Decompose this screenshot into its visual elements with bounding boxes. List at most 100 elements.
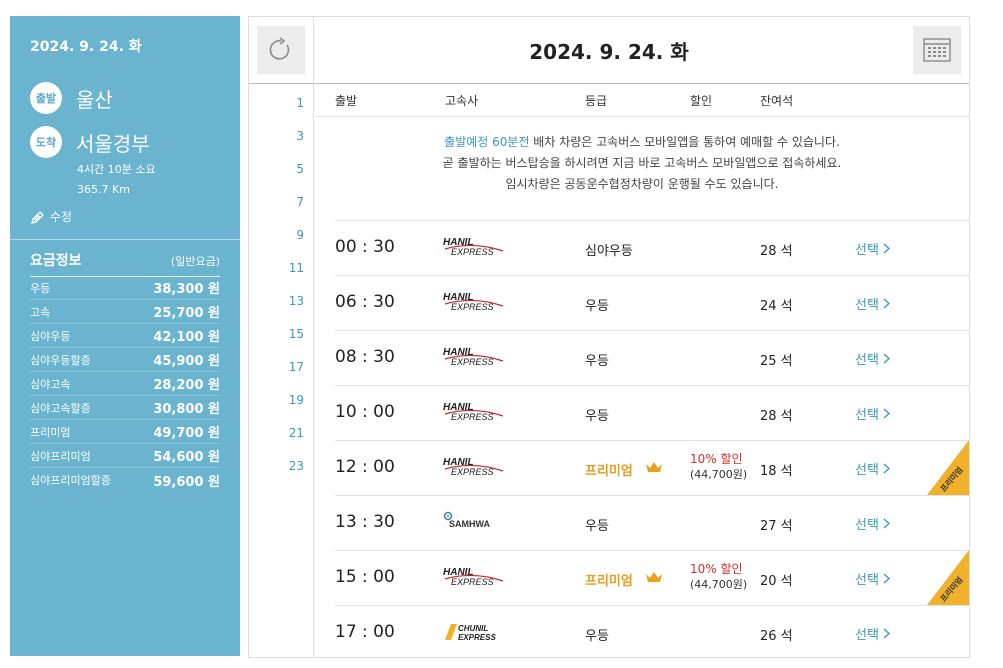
chevron-right-icon <box>883 408 890 419</box>
schedule-row: 17 : 00 CHUNIL EXPRESS 우등 26 석 선택 <box>335 605 969 660</box>
fare-row: 심야우등 42,100 원 <box>30 324 220 348</box>
edit-route-button[interactable]: 수정 <box>30 208 72 225</box>
discount-rate: 10% 할인 <box>690 452 743 466</box>
select-button[interactable]: 선택 <box>855 349 890 368</box>
fare-amount: 59,600 원 <box>153 474 220 490</box>
hour-index: 1 3 5 7 9 11 13 15 17 19 21 23 <box>249 84 314 657</box>
hanil-express-logo: HANILEXPRESS <box>443 347 504 367</box>
svg-text:EXPRESS: EXPRESS <box>451 467 494 477</box>
select-label: 선택 <box>855 463 879 478</box>
edit-label: 수정 <box>50 210 73 224</box>
schedule-list: 00 : 30 HANIL EXPRESS 심야우등 28 석 선택 06 : 3… <box>335 220 969 660</box>
calendar-button[interactable] <box>913 26 961 74</box>
select-label: 선택 <box>855 243 879 258</box>
col-discount: 할인 <box>690 94 713 108</box>
schedule-row: 12 : 00 HANIL EXPRESS 프리미엄 10% 할인 (44,700원… <box>335 440 969 495</box>
hour-link[interactable]: 5 <box>249 162 304 176</box>
select-label: 선택 <box>855 298 879 313</box>
discount-rate: 10% 할인 <box>690 562 743 576</box>
select-label: 선택 <box>855 573 879 588</box>
chevron-right-icon <box>883 518 890 529</box>
chevron-right-icon <box>883 243 890 254</box>
fare-amount: 45,900 원 <box>153 354 220 369</box>
hour-link[interactable]: 17 <box>249 360 304 374</box>
fare-name: 심야고속 <box>30 377 71 391</box>
schedule-header: 2024. 9. 24. 화 <box>249 17 969 84</box>
bus-grade: 우등 <box>585 299 609 314</box>
hour-link[interactable]: 7 <box>249 195 304 209</box>
hour-link[interactable]: 13 <box>249 294 304 308</box>
svg-text:EXPRESS: EXPRESS <box>458 633 496 642</box>
bus-company-logo: HANIL EXPRESS <box>443 565 509 593</box>
fare-name: 심야우등 <box>30 329 71 343</box>
remaining-seats: 26 석 <box>760 629 793 644</box>
premium-ribbon: 프리미엄 <box>927 551 969 605</box>
fare-row: 프리미엄 49,700 원 <box>30 420 220 444</box>
bus-company-logo: SAMHWA <box>443 510 509 538</box>
hour-link[interactable]: 19 <box>249 393 304 407</box>
col-grade: 등급 <box>585 94 608 108</box>
crown-icon <box>646 462 662 472</box>
fare-name: 고속 <box>30 305 51 319</box>
fare-amount: 54,600 원 <box>153 450 220 465</box>
hour-link[interactable]: 9 <box>249 228 304 242</box>
remaining-seats: 24 석 <box>760 299 793 314</box>
bus-grade: 우등 <box>585 629 609 644</box>
booking-notice: 출발예정 60분전 배차 차량은 고속버스 모바일앱을 통하여 예매할 수 있습… <box>315 117 969 220</box>
hanil-express-logo: HANILEXPRESS <box>443 237 504 257</box>
hanil-express-logo: HANILEXPRESS <box>443 457 504 477</box>
col-depart: 출발 <box>335 94 358 108</box>
select-button[interactable]: 선택 <box>855 624 890 643</box>
chevron-right-icon <box>883 353 890 364</box>
fare-name: 심야우등할증 <box>30 353 91 367</box>
select-label: 선택 <box>855 353 879 368</box>
select-button[interactable]: 선택 <box>855 294 890 313</box>
chevron-right-icon <box>883 573 890 584</box>
trip-duration: 4시간 10분 소요 <box>77 163 156 176</box>
hour-link[interactable]: 15 <box>249 327 304 341</box>
bus-company-logo: CHUNIL EXPRESS <box>443 620 509 648</box>
hanil-express-logo: HANILEXPRESS <box>443 292 504 312</box>
notice-line-1-text: 배차 차량은 고속버스 모바일앱을 통하여 예매할 수 있습니다. <box>529 135 840 149</box>
svg-text:EXPRESS: EXPRESS <box>451 577 494 587</box>
fare-row: 심야프리미엄할증 59,600 원 <box>30 468 220 492</box>
svg-text:EXPRESS: EXPRESS <box>451 357 494 367</box>
select-button[interactable]: 선택 <box>855 569 890 588</box>
selected-date: 2024. 9. 24. 화 <box>529 40 689 64</box>
pencil-icon <box>31 210 44 224</box>
fare-amount: 30,800 원 <box>153 402 220 417</box>
select-button[interactable]: 선택 <box>855 239 890 258</box>
fare-note: (일반요금) <box>170 255 220 268</box>
notice-line-2: 곧 출발하는 버스탑승을 하시려면 지금 바로 고속버스 모바일앱으로 접속하세… <box>442 156 842 170</box>
fare-amount: 42,100 원 <box>153 330 220 345</box>
fare-amount: 28,200 원 <box>153 378 220 393</box>
select-button[interactable]: 선택 <box>855 459 890 478</box>
fare-name: 프리미엄 <box>30 425 71 439</box>
fare-row: 우등 38,300 원 <box>30 276 220 300</box>
schedule-row: 15 : 00 HANIL EXPRESS 프리미엄 10% 할인 (44,700원… <box>335 550 969 605</box>
hour-link[interactable]: 21 <box>249 426 304 440</box>
departure-terminal: 울산 <box>76 87 113 112</box>
bus-company-logo: HANIL EXPRESS <box>443 235 509 263</box>
schedule-panel: 2024. 9. 24. 화 1 3 5 7 9 11 13 15 17 19 … <box>248 16 970 658</box>
svg-text:SAMHWA: SAMHWA <box>449 519 490 529</box>
discount-info: 10% 할인 (44,700원) <box>690 451 747 483</box>
fare-name: 우등 <box>30 281 51 295</box>
refresh-button[interactable] <box>257 26 305 74</box>
fare-name: 심야프리미엄 <box>30 449 91 463</box>
trip-distance: 365.7 Km <box>77 183 130 196</box>
select-button[interactable]: 선택 <box>855 514 890 533</box>
hour-link[interactable]: 11 <box>249 261 304 275</box>
departure-time: 06 : 30 <box>335 292 395 312</box>
col-seats: 잔여석 <box>760 94 794 108</box>
hour-link[interactable]: 23 <box>249 459 304 473</box>
fare-amount: 49,700 원 <box>153 426 220 441</box>
schedule-row: 13 : 30 SAMHWA 우등 27 석 선택 <box>335 495 969 550</box>
discount-info: 10% 할인 (44,700원) <box>690 561 747 593</box>
hour-link[interactable]: 1 <box>249 96 304 110</box>
hour-link[interactable]: 3 <box>249 129 304 143</box>
samhwa-logo: SAMHWA <box>443 511 490 529</box>
schedule-row: 06 : 30 HANIL EXPRESS 우등 24 석 선택 <box>335 275 969 330</box>
select-button[interactable]: 선택 <box>855 404 890 423</box>
arrival-badge: 도착 <box>30 126 62 158</box>
